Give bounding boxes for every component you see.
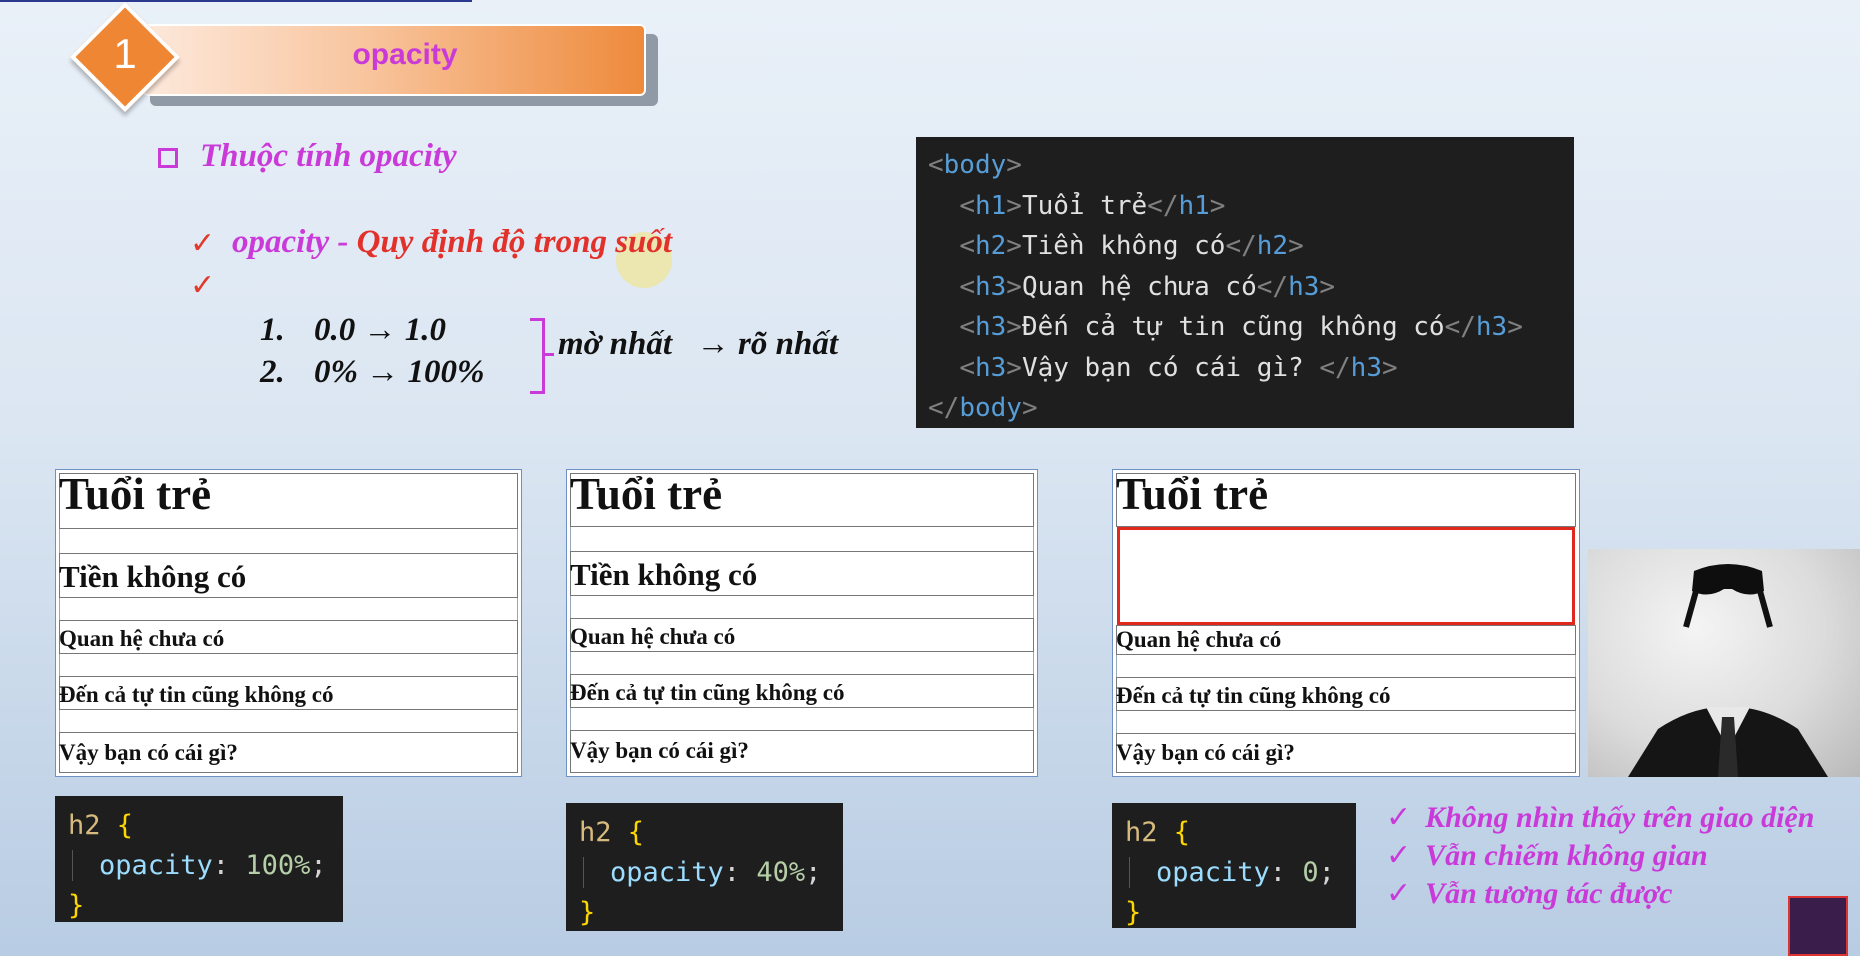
slide-title: opacity [352,38,458,71]
demo-h3: Vậy bạn có cái gì? [570,738,749,763]
demo-h3: Quan hệ chưa có [59,626,225,651]
demo-h3: Đến cả tự tin cũng không có [570,680,845,705]
range-meaning: mờ nhất → rõ nhất [558,326,838,363]
check-icon: ✓ [1386,800,1412,835]
demo-h1: Tuổi trẻ [1116,469,1269,519]
note-2: ✓ Vẫn chiếm không gian [1386,838,1708,873]
html-code-panel: <body> <h1>Tuổi trẻ</h1> <h2>Tiền không … [916,137,1574,428]
definition-prop: opacity - [232,224,357,260]
invisible-man-photo [1588,549,1860,777]
range-1: 0.0 → 1.0 [314,312,446,348]
check-icon: ✓ [1386,838,1412,873]
section-heading: Thuộc tính opacity [200,138,457,174]
invisible-h2-area [1117,527,1575,625]
top-progress-line [0,0,472,2]
range-to: → rõ nhất [696,326,838,362]
demo-h2-faded: Tiền không có [570,557,758,592]
demo-h3: Vậy bạn có cái gì? [1116,740,1295,765]
demo-h3: Quan hệ chưa có [570,624,736,649]
slide-number: 1 [113,30,137,77]
range-1-index: 1. [260,312,285,348]
check-icon: ✓ [1386,876,1412,911]
note-1: ✓ Không nhìn thấy trên giao diện [1386,800,1815,835]
demo-h3: Đến cả tự tin cũng không có [1116,683,1391,708]
css-code-panel-40: h2 { opacity: 40%; } [566,803,843,931]
demo-h3: Vậy bạn có cái gì? [59,740,238,765]
check-icon: ✓ [190,268,216,303]
css-code-panel-0: h2 { opacity: 0; } [1112,803,1356,928]
range-brace [530,318,554,394]
note-3: ✓ Vẫn tương tác được [1386,876,1673,911]
demo-h3: Đến cả tự tin cũng không có [59,682,334,707]
demo-box-opacity-0: Tuổi trẻ Quan hệ chưa có Đến cả tự tin c… [1112,469,1580,777]
demo-h2: Tiền không có [59,559,247,594]
subscribe-avatar-icon[interactable] [1788,896,1848,956]
demo-box-opacity-40: Tuổi trẻ Tiền không có Quan hệ chưa có Đ… [566,469,1038,777]
range-from: mờ nhất [558,326,673,362]
demo-box-opacity-100: Tuổi trẻ Tiền không có Quan hệ chưa có Đ… [55,469,522,777]
square-bullet-icon [158,148,178,168]
check-icon: ✓ [190,226,216,261]
definition-text: Quy định độ trong suốt [356,224,673,260]
demo-h1: Tuổi trẻ [59,469,212,519]
demo-h3: Quan hệ chưa có [1116,627,1282,652]
css-code-panel-100: h2 { opacity: 100%; } [55,796,343,922]
range-2-index: 2. [260,354,285,390]
demo-h1: Tuổi trẻ [570,469,723,519]
range-2: 0% → 100% [314,354,485,390]
definition-line: opacity - Quy định độ trong suốt [232,224,672,261]
